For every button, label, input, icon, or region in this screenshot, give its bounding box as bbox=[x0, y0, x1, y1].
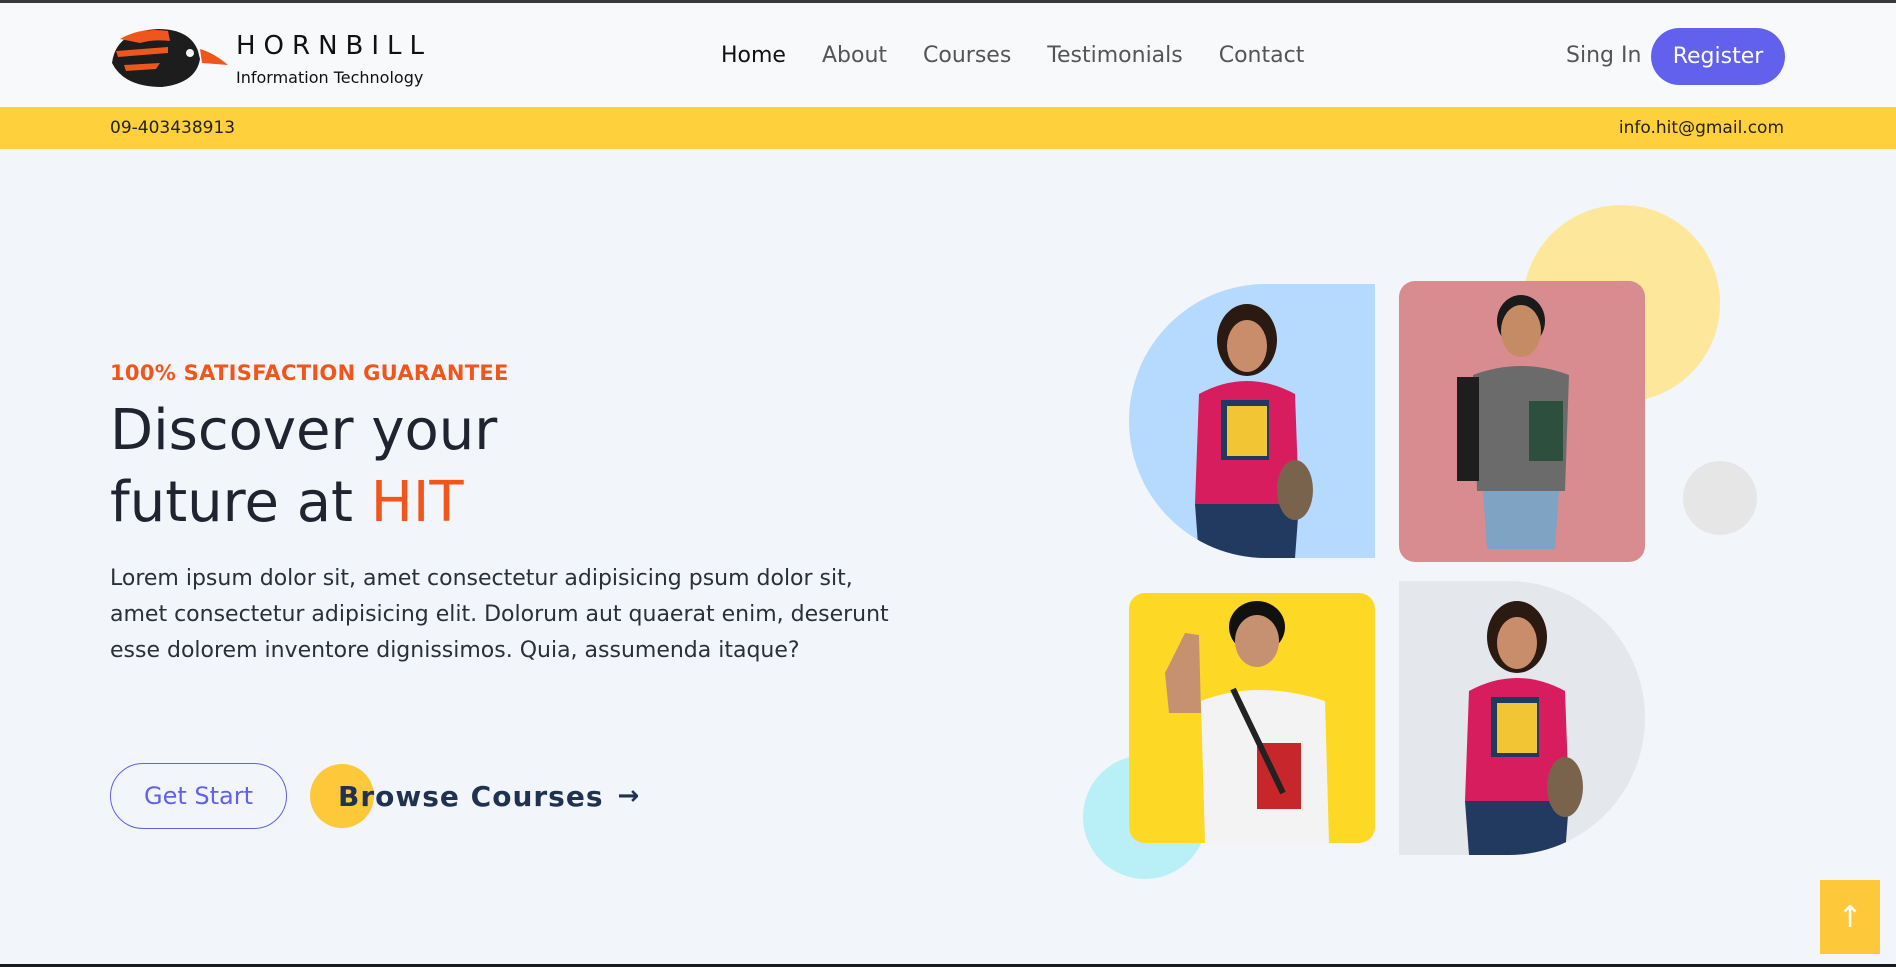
browse-courses-label: Browse Courses bbox=[338, 779, 604, 813]
phone-number: 09-403438913 bbox=[110, 118, 236, 138]
nav-about[interactable]: About bbox=[822, 43, 887, 68]
main-nav: Home About Courses Testimonials Contact bbox=[721, 43, 1340, 68]
browse-courses-button[interactable]: Browse Courses → bbox=[310, 763, 639, 829]
brand-logo[interactable]: HORNBILL Information Technology bbox=[110, 25, 430, 95]
decor-circle-gray bbox=[1683, 461, 1757, 535]
brand-name: HORNBILL bbox=[236, 31, 433, 61]
student-image-girl-blue bbox=[1129, 284, 1375, 558]
arrow-right-icon: → bbox=[617, 781, 640, 811]
brand-subtitle: Information Technology bbox=[236, 68, 424, 87]
hero-headline: Discover your future at HIT bbox=[110, 395, 497, 539]
contact-bar: 09-403438913 info.hit@gmail.com bbox=[0, 107, 1896, 149]
nav-contact[interactable]: Contact bbox=[1219, 43, 1305, 68]
student-image-boy-pink bbox=[1399, 281, 1645, 562]
arrow-up-icon: ↑ bbox=[1837, 899, 1863, 935]
email-address: info.hit@gmail.com bbox=[1618, 118, 1784, 138]
headline-line-1: Discover your bbox=[110, 398, 498, 463]
hero-eyebrow: 100% SATISFACTION GUARANTEE bbox=[110, 361, 509, 385]
student-image-girl-gray bbox=[1399, 581, 1645, 855]
site-header: HORNBILL Information Technology Home Abo… bbox=[0, 3, 1896, 107]
hornbill-logo-icon bbox=[112, 29, 228, 87]
scroll-to-top-button[interactable]: ↑ bbox=[1820, 880, 1880, 954]
get-start-button[interactable]: Get Start bbox=[110, 763, 287, 829]
hero-lead: Lorem ipsum dolor sit, amet consectetur … bbox=[110, 566, 889, 663]
nav-testimonials[interactable]: Testimonials bbox=[1047, 43, 1182, 68]
nav-courses[interactable]: Courses bbox=[923, 43, 1011, 68]
student-image-boy-yellow bbox=[1129, 593, 1375, 843]
nav-home[interactable]: Home bbox=[721, 43, 786, 68]
headline-line-2-prefix: future at bbox=[110, 470, 371, 535]
register-button[interactable]: Register bbox=[1651, 28, 1785, 85]
signin-link[interactable]: Sing In bbox=[1566, 43, 1641, 68]
headline-accent: HIT bbox=[370, 470, 464, 535]
